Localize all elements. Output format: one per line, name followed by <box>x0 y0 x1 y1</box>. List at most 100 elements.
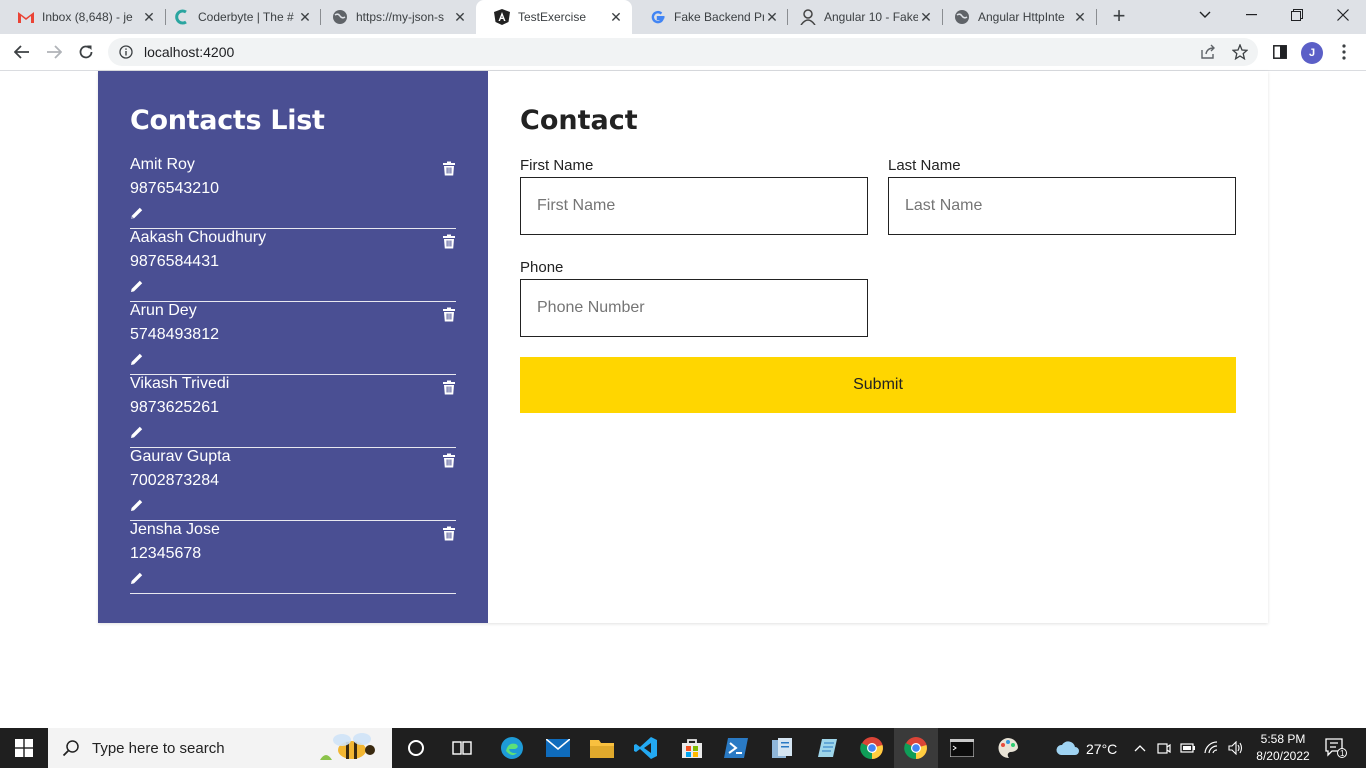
cortana-button[interactable] <box>402 734 430 762</box>
document-app-icon <box>772 738 792 758</box>
close-window-button[interactable] <box>1320 0 1366 30</box>
taskbar-vscode[interactable] <box>632 734 660 762</box>
tray-meet-now[interactable] <box>1154 734 1174 762</box>
trash-icon[interactable] <box>442 526 456 541</box>
restore-icon <box>1291 9 1303 21</box>
contact-name: Gaurav Gupta <box>130 448 231 465</box>
browser-tab[interactable]: Fake Backend Pro ✕ <box>632 0 788 34</box>
close-tab-icon[interactable]: ✕ <box>452 9 468 25</box>
taskbar-chrome-active[interactable] <box>902 734 930 762</box>
close-tab-icon[interactable]: ✕ <box>297 9 313 25</box>
taskbar-edge[interactable] <box>498 734 526 762</box>
contact-name: Arun Dey <box>130 302 197 319</box>
pencil-icon[interactable] <box>130 571 144 585</box>
trash-icon[interactable] <box>442 380 456 395</box>
taskbar-app-2[interactable] <box>814 734 842 762</box>
address-bar[interactable]: localhost:4200 <box>108 38 1258 66</box>
chevron-up-icon <box>1134 745 1146 752</box>
clock-date[interactable]: 8/20/2022 <box>1250 749 1316 763</box>
side-panel-button[interactable] <box>1268 40 1292 64</box>
notifications-button[interactable]: 1 <box>1322 734 1350 762</box>
tray-battery[interactable] <box>1178 734 1198 762</box>
browser-tab[interactable]: Coderbyte | The # ✕ <box>156 0 321 34</box>
browser-tab-active[interactable]: TestExercise ✕ <box>476 0 632 34</box>
phone-input[interactable] <box>520 279 868 337</box>
tray-volume[interactable] <box>1226 734 1246 762</box>
wifi-icon <box>1204 741 1218 754</box>
task-view-button[interactable] <box>448 734 476 762</box>
tab-title: Coderbyte | The # <box>198 10 294 24</box>
pencil-icon[interactable] <box>130 425 144 439</box>
contact-phone: 9876584431 <box>130 253 219 270</box>
contact-item: Amit Roy 9876543210 <box>130 156 456 229</box>
cortana-icon <box>408 740 424 756</box>
contact-name: Amit Roy <box>130 156 195 173</box>
taskbar-paint[interactable] <box>994 734 1022 762</box>
taskbar-file-explorer[interactable] <box>588 734 616 762</box>
taskbar-mail[interactable] <box>544 734 572 762</box>
arrow-left-icon <box>14 45 29 59</box>
profile-avatar[interactable]: J <box>1301 42 1323 64</box>
browser-tab[interactable]: Angular HttpInte ✕ <box>936 0 1096 34</box>
new-tab-button[interactable]: + <box>1108 5 1130 28</box>
bookmark-button[interactable] <box>1228 40 1252 64</box>
last-name-input[interactable] <box>888 177 1236 235</box>
trash-icon[interactable] <box>442 234 456 249</box>
info-icon[interactable] <box>118 44 134 60</box>
tray-wifi[interactable] <box>1202 734 1222 762</box>
close-tab-icon[interactable]: ✕ <box>1072 9 1088 25</box>
trash-icon[interactable] <box>442 307 456 322</box>
pencil-icon[interactable] <box>130 206 144 220</box>
reload-button[interactable] <box>74 40 98 64</box>
contact-phone: 5748493812 <box>130 326 219 343</box>
contact-item: Gaurav Gupta 7002873284 <box>130 448 456 521</box>
pencil-icon[interactable] <box>130 352 144 366</box>
contact-name: Vikash Trivedi <box>130 375 230 392</box>
edge-icon <box>501 737 523 759</box>
first-name-label: First Name <box>520 157 594 174</box>
clock-time[interactable]: 5:58 PM <box>1250 732 1316 746</box>
close-tab-icon[interactable]: ✕ <box>918 9 934 25</box>
restore-button[interactable] <box>1274 0 1320 30</box>
share-button[interactable] <box>1196 40 1220 64</box>
tab-title: Inbox (8,648) - je <box>42 10 133 24</box>
weather-widget[interactable] <box>1054 734 1082 762</box>
taskbar-terminal[interactable] <box>948 734 976 762</box>
show-hidden-icons[interactable] <box>1132 734 1148 762</box>
submit-button[interactable]: Submit <box>520 357 1236 413</box>
contact-item: Aakash Choudhury 9876584431 <box>130 229 456 302</box>
browser-tab[interactable]: https://my-json-s ✕ <box>314 0 476 34</box>
browser-tab[interactable]: Inbox (8,648) - je ✕ <box>0 0 165 34</box>
search-highlight-illustration <box>320 733 375 760</box>
back-button[interactable] <box>10 40 34 64</box>
avatar-icon <box>800 9 816 25</box>
trash-icon[interactable] <box>442 453 456 468</box>
taskbar-store[interactable] <box>678 734 706 762</box>
taskbar-powershell[interactable] <box>722 734 750 762</box>
forward-button[interactable] <box>42 40 66 64</box>
menu-button[interactable] <box>1332 40 1356 64</box>
contact-phone: 12345678 <box>130 545 202 562</box>
device-icon <box>1157 743 1171 754</box>
trash-icon[interactable] <box>442 161 456 176</box>
store-icon <box>682 739 702 758</box>
tab-search-button[interactable] <box>1182 0 1228 30</box>
pencil-icon[interactable] <box>130 279 144 293</box>
minimize-button[interactable] <box>1228 0 1274 30</box>
windows-logo-icon <box>15 739 33 757</box>
taskbar-search[interactable]: Type here to search <box>48 728 392 768</box>
tab-title: TestExercise <box>518 10 587 24</box>
close-tab-icon[interactable]: ✕ <box>764 9 780 25</box>
pencil-icon[interactable] <box>130 498 144 512</box>
taskbar-app[interactable] <box>768 734 796 762</box>
browser-tab[interactable]: Angular 10 - Fake ✕ <box>782 0 942 34</box>
contact-form-title: Contact <box>520 105 638 136</box>
chrome-icon <box>904 737 927 760</box>
weather-temperature: 27°C <box>1086 741 1118 757</box>
star-icon <box>1232 44 1248 60</box>
close-tab-icon[interactable]: ✕ <box>141 9 157 25</box>
close-tab-icon[interactable]: ✕ <box>608 9 624 25</box>
taskbar-chrome[interactable] <box>858 734 886 762</box>
start-button[interactable] <box>0 728 48 768</box>
first-name-input[interactable] <box>520 177 868 235</box>
